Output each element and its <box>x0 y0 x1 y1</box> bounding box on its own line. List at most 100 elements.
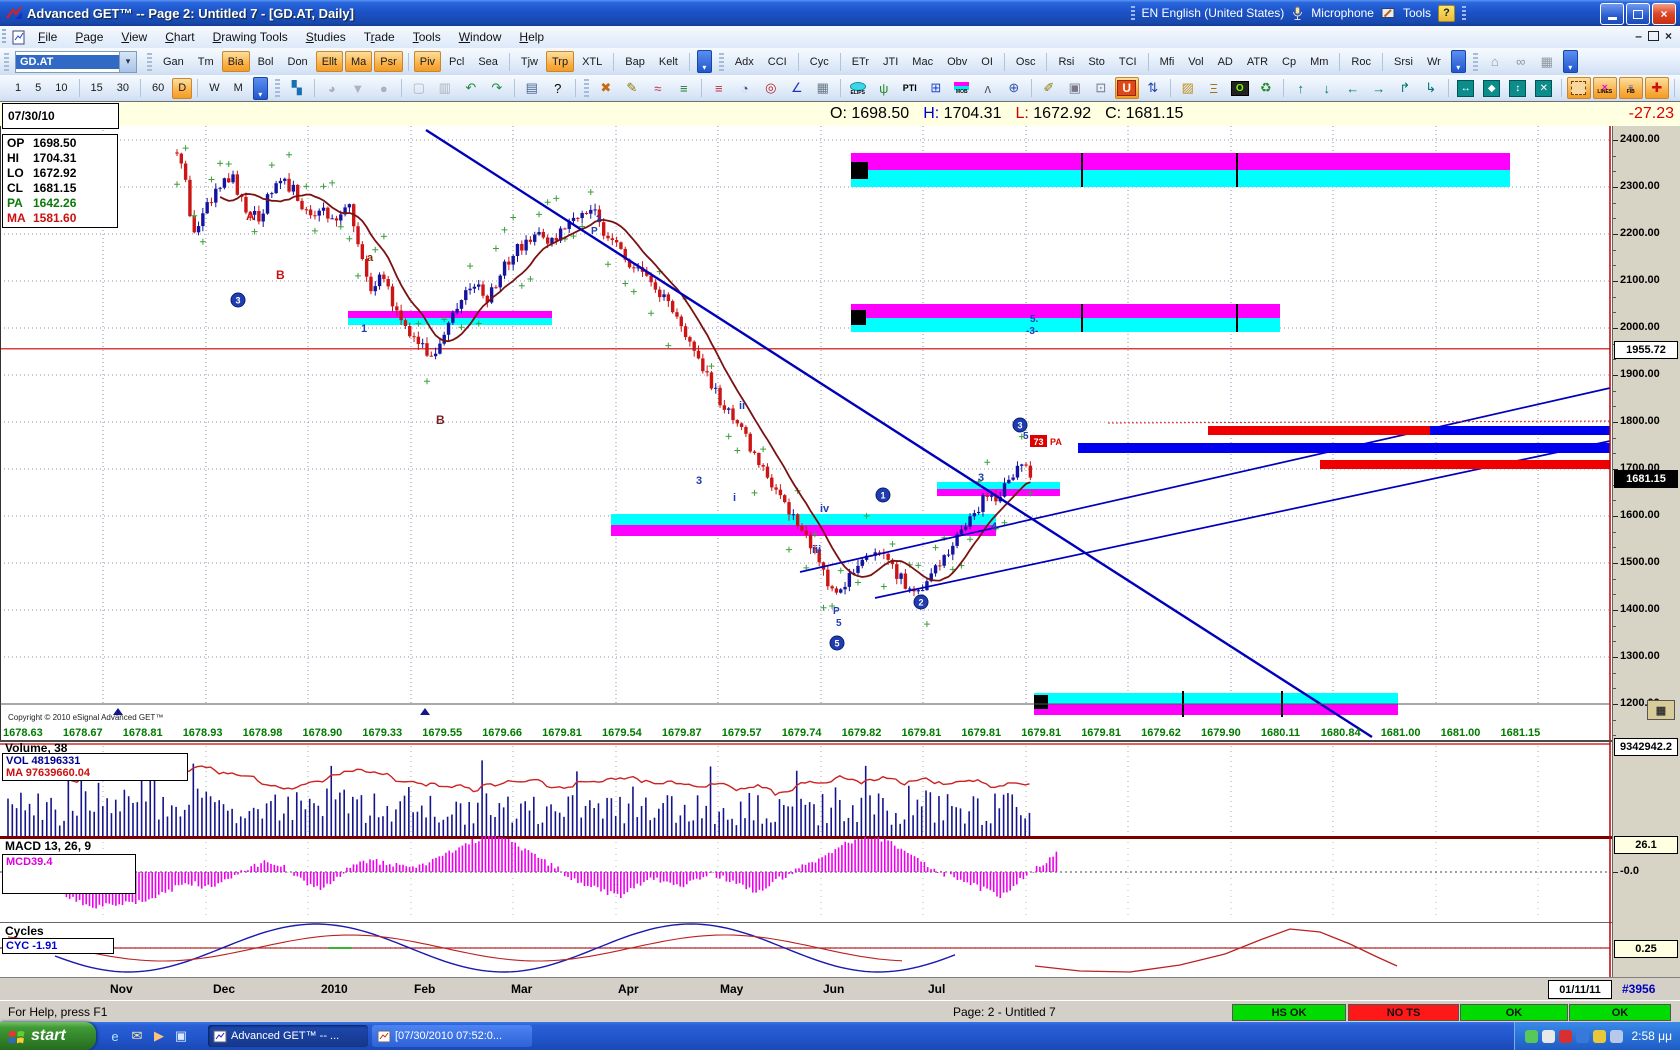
study-button-vol[interactable]: Vol <box>1182 51 1209 72</box>
menu-view[interactable]: View <box>112 28 156 46</box>
timeframe-button-10[interactable]: 10 <box>49 78 73 99</box>
network-tray-icon[interactable] <box>1576 1030 1589 1043</box>
menu-file[interactable]: File <box>29 28 66 46</box>
cross-tool-icon[interactable]: ✚ <box>1645 77 1669 99</box>
language-help-button[interactable]: ? <box>1438 5 1455 22</box>
menu-trade[interactable]: Trade <box>355 28 404 46</box>
home-icon[interactable]: ⌂ <box>1483 51 1507 73</box>
refresh-icon[interactable]: ♻ <box>1254 77 1278 99</box>
study-button-cci[interactable]: CCI <box>762 51 793 72</box>
study-button-jti[interactable]: JTI <box>877 51 904 72</box>
save-icon[interactable]: ▥ <box>433 77 457 99</box>
pencil2-icon[interactable]: ✐ <box>1037 77 1061 99</box>
pencil-icon[interactable]: ✎ <box>620 77 644 99</box>
toolbar-grip[interactable] <box>147 53 152 71</box>
combo-dropdown-icon[interactable]: ▾ <box>119 52 136 72</box>
volume-tray-icon[interactable] <box>1610 1030 1623 1043</box>
timeframe-button-30[interactable]: 30 <box>111 78 135 99</box>
menu-window[interactable]: Window <box>450 28 511 46</box>
volume-panel[interactable] <box>0 740 1612 838</box>
language-bar[interactable]: EN English (United States) Microphone To… <box>1131 0 1466 26</box>
back-icon[interactable]: ↶ <box>459 77 483 99</box>
wave-icon[interactable]: ʌ <box>976 77 1000 99</box>
ellipse-tool-icon[interactable]: ELIPS <box>846 77 870 99</box>
study-button-sto[interactable]: Sto <box>1082 51 1111 72</box>
timeframe-button-5[interactable]: 5 <box>29 78 47 99</box>
mdi-restore-button[interactable] <box>1648 31 1659 41</box>
toolbar-grip[interactable] <box>275 79 280 97</box>
study-button-osc[interactable]: Osc <box>1010 51 1042 72</box>
study-button-bap[interactable]: Bap <box>619 51 651 72</box>
cycles-panel[interactable] <box>0 922 1612 977</box>
step-down-icon[interactable]: ↳ <box>1419 77 1443 99</box>
close-x-icon[interactable]: ✕ <box>1532 77 1556 99</box>
study-button-ad[interactable]: AD <box>1212 51 1239 72</box>
chart-svg[interactable]: 73PAABaB12Pii3iiviiiP53455.-3-31253Copyr… <box>0 126 1612 740</box>
study-button-kelt[interactable]: Kelt <box>653 51 684 72</box>
menu-page[interactable]: Page <box>66 28 112 46</box>
dashes-icon[interactable]: ≡ <box>707 77 731 99</box>
title-bar[interactable]: Advanced GET™ -- Page 2: Untitled 7 - [G… <box>0 0 1680 26</box>
mdi-close-button[interactable]: × <box>1665 29 1672 43</box>
toolbar-chevron[interactable]: ▾ <box>1563 50 1578 73</box>
price-chart-canvas[interactable]: 73PAABaB12Pii3iiviiiP53455.-3-31253Copyr… <box>0 126 1612 740</box>
filter-icon[interactable]: ▼ <box>346 77 370 99</box>
price-axis[interactable]: 2400.002300.002200.002100.002000.001900.… <box>1612 126 1680 977</box>
study-button-gan[interactable]: Gan <box>157 51 190 72</box>
step-up-icon[interactable]: ↱ <box>1393 77 1417 99</box>
tick-chart-icon[interactable]: ▚ <box>285 77 309 99</box>
toolbar-grip[interactable] <box>4 53 9 71</box>
up-arrow-icon[interactable]: ↑ <box>1289 77 1313 99</box>
chart-document-icon[interactable] <box>11 30 27 45</box>
study-button-mac[interactable]: Mac <box>906 51 939 72</box>
depth-icon[interactable]: ▦ <box>1535 51 1559 73</box>
grid-blue-icon[interactable]: ⊞ <box>924 77 948 99</box>
pitchfork-icon[interactable]: ψ <box>872 77 896 99</box>
new-page-icon[interactable]: ▢ <box>407 77 431 99</box>
levels-icon[interactable]: ≡ <box>672 77 696 99</box>
toolbar-chevron[interactable]: ▾ <box>697 50 712 73</box>
study-button-tci[interactable]: TCI <box>1113 51 1143 72</box>
restore-button[interactable] <box>1626 3 1650 25</box>
study-button-rsi[interactable]: Rsi <box>1052 51 1080 72</box>
toolbar-grip[interactable] <box>719 53 724 71</box>
region-tool-icon[interactable] <box>1567 77 1591 99</box>
links-icon[interactable]: ∞ <box>1509 51 1533 73</box>
toolbar-grip[interactable] <box>1473 53 1478 71</box>
study-button-oi[interactable]: OI <box>975 51 999 72</box>
scales-icon[interactable]: Ξ <box>1202 77 1226 99</box>
mail-icon[interactable]: ✉ <box>127 1026 147 1046</box>
time-axis[interactable]: 01/11/11 #3956 NovDec2010FebMarAprMayJun… <box>0 977 1680 1001</box>
study-button-xtl[interactable]: XTL <box>576 51 608 72</box>
pti-icon[interactable]: PTI <box>898 77 922 99</box>
study-button-cp[interactable]: Cp <box>1276 51 1302 72</box>
study-button-roc[interactable]: Roc <box>1345 51 1377 72</box>
study-button-adx[interactable]: Adx <box>729 51 760 72</box>
expand-v-icon[interactable]: ↕ <box>1506 77 1530 99</box>
menu-tools[interactable]: Tools <box>404 28 450 46</box>
symbol-value[interactable]: GD.AT <box>16 55 119 69</box>
study-button-don[interactable]: Don <box>282 51 314 72</box>
desktop-icon[interactable]: ▣ <box>171 1026 191 1046</box>
menu-help[interactable]: Help <box>510 28 553 46</box>
fib-tool-icon[interactable]: ≡FIB <box>1619 77 1643 99</box>
menu-grip[interactable] <box>2 29 6 45</box>
pages-icon[interactable]: ⊡ <box>1089 77 1113 99</box>
symbol-combobox[interactable]: GD.AT ▾ <box>15 51 137 73</box>
grid-icon[interactable]: ▦ <box>811 77 835 99</box>
study-button-pcl[interactable]: Pcl <box>443 51 470 72</box>
minimize-button[interactable] <box>1600 3 1624 25</box>
expand-h-icon[interactable]: ↔ <box>1454 77 1478 99</box>
language-indicator[interactable]: EN English (United States) <box>1142 6 1285 20</box>
timeframe-button-w[interactable]: W <box>203 78 225 99</box>
study-button-cyc[interactable]: Cyc <box>804 51 835 72</box>
study-button-atr[interactable]: ATR <box>1241 51 1274 72</box>
x-marker-icon[interactable]: ✖ <box>594 77 618 99</box>
toolbar-chevron[interactable]: ▾ <box>1451 50 1466 73</box>
study-button-obv[interactable]: Obv <box>941 51 973 72</box>
study-button-sea[interactable]: Sea <box>472 51 504 72</box>
left-arrow-icon[interactable]: ← <box>1341 77 1365 99</box>
lines-tool-icon[interactable]: ✕LINES <box>1593 77 1617 99</box>
calendar-icon[interactable]: ▦ <box>1647 700 1675 720</box>
language-bar-options[interactable] <box>1462 6 1466 20</box>
